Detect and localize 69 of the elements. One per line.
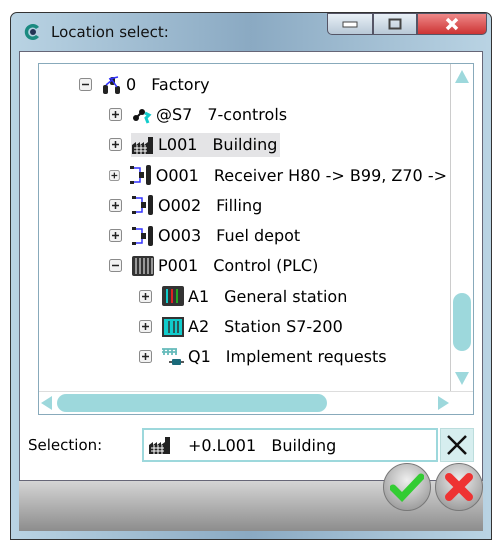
cancel-button[interactable] — [435, 463, 483, 511]
expand-toggle-icon[interactable] — [109, 229, 122, 242]
item-code: A1 — [188, 286, 210, 306]
tree-item[interactable]: O002 Filling — [131, 192, 266, 218]
item-code: A2 — [188, 317, 210, 336]
item-code: 0 — [126, 74, 136, 94]
expand-toggle-icon[interactable] — [109, 259, 122, 272]
tree-item[interactable]: Q1 Implement requests — [161, 344, 390, 370]
item-label: Control (PLC) — [213, 256, 318, 276]
item-label: Factory — [151, 74, 210, 94]
item-label: Fuel depot — [216, 226, 300, 246]
tree-item[interactable]: O001 Receiver H80 -> B99, Z70 -> — [128, 162, 450, 188]
item-code: @S7 — [156, 104, 192, 124]
item-code: O002 — [158, 196, 202, 215]
tree-item[interactable]: A2 Station S7-200 — [161, 314, 346, 340]
minimize-icon — [342, 20, 358, 28]
expand-toggle-icon[interactable] — [79, 78, 92, 91]
expand-toggle-icon[interactable] — [109, 168, 120, 182]
close-icon — [444, 472, 474, 502]
tree-item[interactable]: A1 General station — [161, 283, 350, 310]
checkmark-icon — [390, 472, 424, 502]
item-label: Station S7-200 — [224, 317, 343, 336]
tree-item[interactable]: L001 Building — [131, 132, 280, 157]
process-icon — [128, 164, 153, 186]
tree-item[interactable]: 0 Factory — [101, 71, 213, 98]
factory-icon — [148, 435, 172, 455]
item-label: General station — [224, 286, 348, 306]
item-label: Filling — [216, 196, 262, 215]
item-label: Implement requests — [226, 347, 387, 366]
selection-value: +0.L001 Building — [188, 436, 336, 454]
tree-item[interactable]: P001 Control (PLC) — [131, 252, 322, 279]
maximize-button[interactable] — [373, 13, 417, 35]
window-title: Location select: — [51, 23, 169, 41]
item-label: Receiver H80 -> B99, Z70 -> — [214, 166, 447, 185]
item-code: O003 — [158, 226, 202, 246]
vertical-scrollbar[interactable] — [450, 64, 473, 391]
rack-icon — [131, 254, 155, 277]
item-label: 7-controls — [207, 104, 288, 124]
expand-toggle-icon[interactable] — [139, 320, 152, 334]
item-label: Building — [212, 135, 278, 154]
tree-item[interactable]: @S7 7-controls — [131, 101, 290, 128]
ok-button[interactable] — [383, 463, 431, 511]
expand-toggle-icon[interactable] — [109, 108, 122, 121]
expand-toggle-icon[interactable] — [139, 350, 152, 364]
scroll-thumb[interactable] — [453, 293, 471, 351]
close-button[interactable] — [417, 13, 487, 35]
device-icon — [161, 346, 185, 368]
expand-toggle-icon[interactable] — [139, 290, 152, 303]
item-code: O001 — [156, 166, 199, 185]
horizontal-scrollbar[interactable] — [39, 391, 473, 414]
rack-icon — [161, 316, 185, 338]
clear-button[interactable] — [440, 428, 474, 462]
close-icon — [444, 17, 460, 31]
selection-field[interactable]: +0.L001 Building — [142, 428, 438, 462]
item-code: Q1 — [188, 347, 211, 366]
rack-icon — [161, 285, 185, 308]
expand-toggle-icon[interactable] — [109, 138, 122, 152]
minimize-button[interactable] — [327, 13, 373, 35]
process-icon — [131, 194, 155, 216]
maximize-icon — [388, 18, 402, 30]
item-code: P001 — [158, 256, 198, 276]
factory-icon — [131, 134, 155, 155]
scroll-thumb[interactable] — [57, 394, 327, 412]
expand-toggle-icon[interactable] — [109, 198, 122, 212]
tree-item[interactable]: O003 Fuel depot — [131, 222, 304, 249]
process-icon — [131, 224, 155, 247]
item-code: L001 — [158, 135, 198, 154]
selection-label: Selection: — [28, 436, 104, 454]
close-icon — [445, 433, 469, 457]
